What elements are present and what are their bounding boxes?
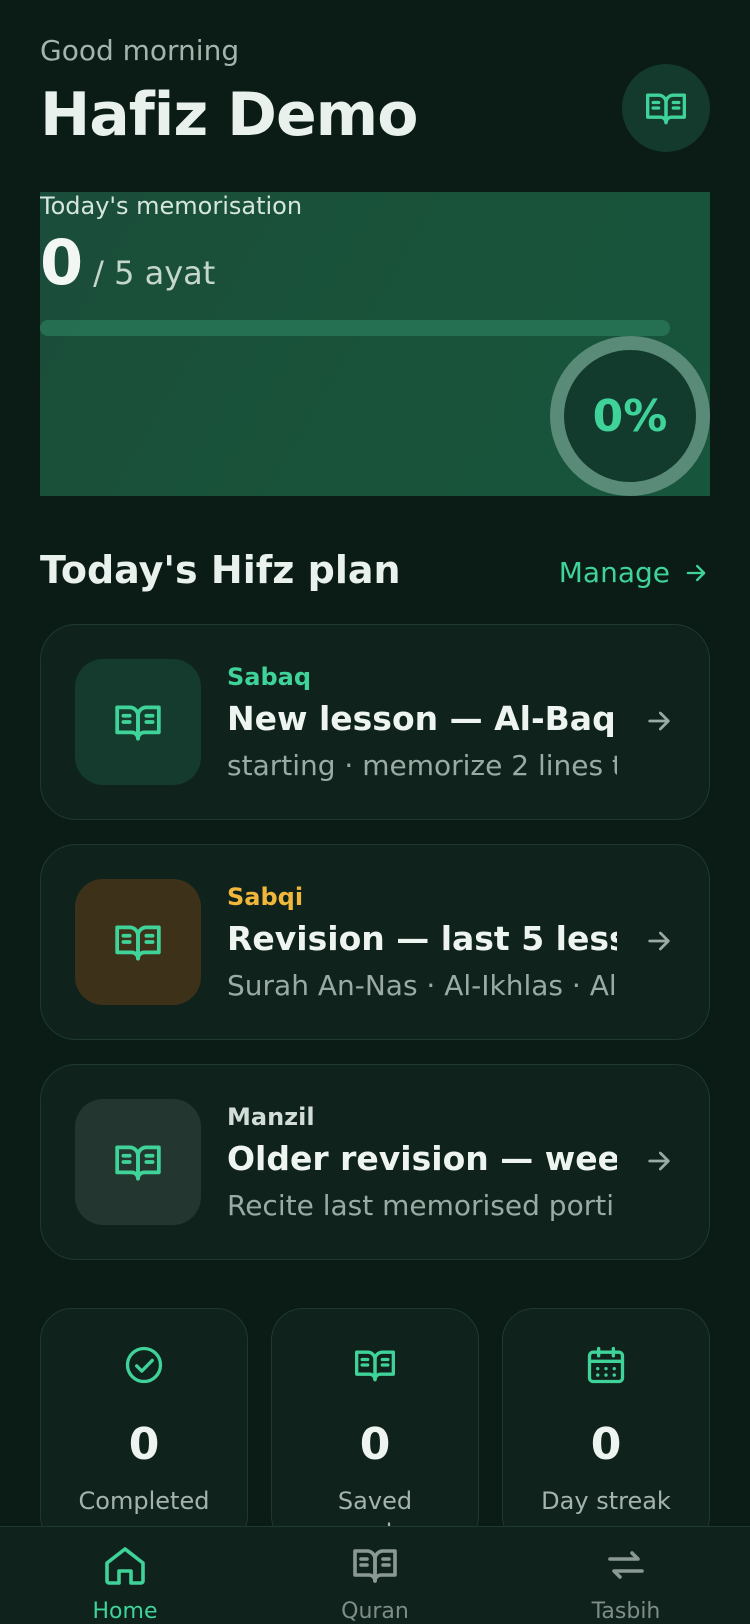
arrow-right-icon bbox=[686, 564, 706, 581]
progress-target: / 5 ayat bbox=[93, 254, 216, 292]
arrow-right-icon bbox=[648, 1151, 670, 1171]
book-open-icon bbox=[115, 925, 161, 961]
plan-icon-box bbox=[75, 659, 201, 785]
plan-title: New lesson — Al-Baqa... bbox=[227, 699, 617, 738]
manage-link[interactable]: Manage bbox=[559, 556, 710, 589]
book-open-icon bbox=[115, 1145, 161, 1181]
check-circle-icon bbox=[125, 1346, 163, 1384]
nav-tasbih[interactable]: Tasbih bbox=[546, 1541, 706, 1624]
nav-home[interactable]: Home bbox=[45, 1541, 205, 1624]
plan-title: Older revision — weekly bbox=[227, 1139, 617, 1178]
plan-title: Revision — last 5 lesso... bbox=[227, 919, 617, 958]
nav-quran[interactable]: Quran bbox=[295, 1541, 455, 1624]
book-open-icon bbox=[353, 1549, 397, 1583]
plan-kind: Sabaq bbox=[227, 663, 312, 691]
progress-bar bbox=[40, 320, 670, 336]
stat-label: Completed bbox=[78, 1487, 210, 1515]
nav-label: Quran bbox=[341, 1599, 409, 1624]
repeat-icon bbox=[608, 1551, 644, 1579]
book-open-icon bbox=[646, 93, 686, 125]
stat-value: 0 bbox=[128, 1419, 160, 1470]
plan-subtitle: Recite last memorised porti... bbox=[227, 1189, 617, 1222]
plan-card-sabaq[interactable]: Sabaq New lesson — Al-Baqa... starting ·… bbox=[40, 624, 710, 820]
stat-completed[interactable]: 0 Completed bbox=[40, 1308, 248, 1548]
plan-icon-box bbox=[75, 1099, 201, 1225]
arrow-right-icon bbox=[648, 931, 670, 951]
book-open-icon bbox=[115, 705, 161, 741]
book-open-icon bbox=[355, 1350, 395, 1382]
home-screen: Good morning Hafiz Demo Today's memorisa… bbox=[0, 0, 750, 1624]
progress-count: 0 / 5 ayat bbox=[40, 226, 215, 299]
nav-label: Tasbih bbox=[591, 1599, 661, 1624]
plan-section-title: Today's Hifz plan bbox=[40, 548, 401, 592]
progress-label: Today's memorisation bbox=[40, 192, 303, 220]
stat-value: 0 bbox=[359, 1419, 391, 1470]
manage-label: Manage bbox=[558, 556, 670, 589]
plan-card-sabqi[interactable]: Sabqi Revision — last 5 lesso... Surah A… bbox=[40, 844, 710, 1040]
plan-kind: Sabqi bbox=[227, 883, 304, 911]
user-name: Hafiz Demo bbox=[40, 80, 418, 150]
plan-card-manzil[interactable]: Manzil Older revision — weekly Recite la… bbox=[40, 1064, 710, 1260]
plan-kind: Manzil bbox=[227, 1103, 315, 1131]
memorisation-progress-card[interactable]: Today's memorisation 0 / 5 ayat 0% bbox=[40, 192, 710, 496]
plan-subtitle: Surah An-Nas · Al-Ikhlas · Al-... bbox=[227, 969, 617, 1002]
quran-shortcut-button[interactable] bbox=[622, 64, 710, 152]
bottom-nav: Home Quran Tasbih bbox=[0, 1526, 750, 1624]
stat-value: 0 bbox=[590, 1419, 622, 1470]
stat-saved-marks[interactable]: 0 Saved marks bbox=[271, 1308, 479, 1548]
calendar-icon bbox=[587, 1346, 625, 1384]
stat-day-streak[interactable]: 0 Day streak bbox=[502, 1308, 710, 1548]
plan-icon-box bbox=[75, 879, 201, 1005]
nav-label: Home bbox=[92, 1599, 158, 1624]
stat-label: Day streak bbox=[541, 1487, 671, 1515]
plan-subtitle: starting · memorize 2 lines t... bbox=[227, 749, 617, 782]
arrow-right-icon bbox=[648, 711, 670, 731]
progress-percent: 0% bbox=[592, 390, 668, 442]
greeting-text: Good morning bbox=[40, 34, 240, 67]
home-icon bbox=[105, 1547, 145, 1585]
progress-ring: 0% bbox=[550, 336, 710, 496]
progress-count-value: 0 bbox=[40, 226, 84, 299]
